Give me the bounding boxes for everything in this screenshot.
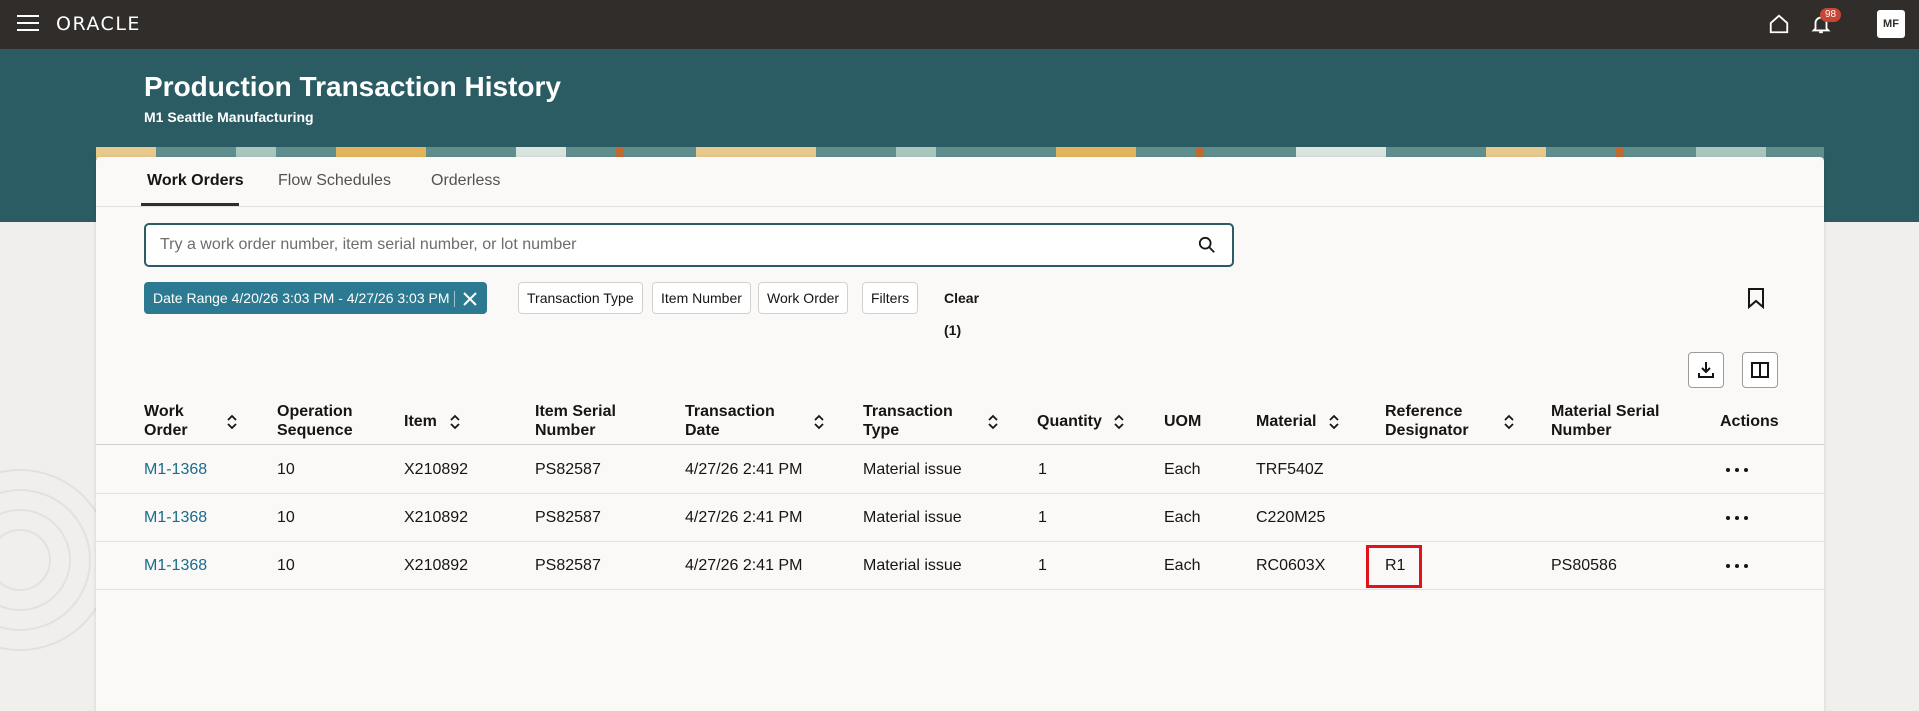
tab-flow-schedules[interactable]: Flow Schedules	[278, 172, 391, 190]
columns-icon	[1751, 362, 1769, 378]
work-order-filter-chip[interactable]: Work Order	[758, 282, 849, 314]
operation-sequence-cell: 10	[277, 461, 295, 478]
operation-sequence-cell: 10	[277, 557, 295, 574]
home-icon[interactable]	[1768, 13, 1790, 35]
column-header-work-order[interactable]: Work Order	[144, 397, 224, 445]
item-serial-cell: PS82587	[535, 557, 601, 574]
search-input[interactable]	[160, 225, 1160, 265]
uom-cell: Each	[1164, 557, 1201, 574]
notification-count-badge: 98	[1820, 8, 1842, 22]
table-row[interactable]: M1-1368 10 X210892 PS82587 4/27/26 2:41 …	[96, 542, 1824, 590]
tab-orderless[interactable]: Orderless	[431, 172, 500, 190]
transaction-date-cell: 4/27/26 2:41 PM	[685, 461, 803, 478]
column-header-transaction-date[interactable]: Transaction Date	[685, 397, 785, 445]
operation-sequence-cell: 10	[277, 509, 295, 526]
transaction-type-filter-chip[interactable]: Transaction Type	[518, 282, 643, 314]
item-cell: X210892	[404, 557, 469, 574]
bookmark-icon[interactable]	[1746, 287, 1766, 309]
transaction-date-cell: 4/27/26 2:41 PM	[685, 557, 803, 574]
column-header-material-serial-number[interactable]: Material Serial Number	[1551, 397, 1671, 445]
menu-icon[interactable]	[17, 15, 39, 33]
date-range-chip-label: Date Range 4/20/26 3:03 PM - 4/27/26 3:0…	[153, 290, 450, 306]
column-header-reference-designator[interactable]: Reference Designator	[1385, 397, 1485, 445]
global-header: ORACLE 98 MF	[0, 0, 1919, 49]
column-header-item-serial-number[interactable]: Item Serial Number	[535, 397, 635, 445]
sort-icon[interactable]	[1503, 414, 1515, 430]
more-actions-icon[interactable]	[1726, 558, 1750, 574]
table-row[interactable]: M1-1368 10 X210892 PS82587 4/27/26 2:41 …	[96, 494, 1824, 542]
uom-cell: Each	[1164, 461, 1201, 478]
background-swirl-pattern	[0, 469, 96, 651]
page-subtitle: M1 Seattle Manufacturing	[144, 109, 314, 125]
work-order-link[interactable]: M1-1368	[144, 446, 207, 494]
column-header-operation-sequence[interactable]: Operation Sequence	[277, 397, 387, 445]
export-button[interactable]	[1688, 352, 1724, 388]
date-range-filter-chip[interactable]: Date Range 4/20/26 3:03 PM - 4/27/26 3:0…	[144, 282, 487, 314]
quantity-cell: 1	[1038, 461, 1047, 478]
clear-filters-link[interactable]: Clear (1)	[944, 282, 979, 338]
item-number-filter-chip[interactable]: Item Number	[652, 282, 751, 314]
sort-icon[interactable]	[1328, 414, 1340, 430]
filters-button[interactable]: Filters	[862, 282, 919, 314]
transaction-date-cell: 4/27/26 2:41 PM	[685, 509, 803, 526]
active-tab-indicator	[141, 203, 239, 206]
download-icon	[1698, 362, 1714, 378]
reference-designator-cell: R1	[1385, 557, 1406, 574]
material-cell: TRF540Z	[1256, 461, 1324, 478]
work-order-link[interactable]: M1-1368	[144, 494, 207, 542]
page-title: Production Transaction History	[144, 71, 561, 102]
item-cell: X210892	[404, 509, 469, 526]
column-layout-button[interactable]	[1742, 352, 1778, 388]
sort-icon[interactable]	[1113, 414, 1125, 430]
quantity-cell: 1	[1038, 509, 1047, 526]
table-row[interactable]: M1-1368 10 X210892 PS82587 4/27/26 2:41 …	[96, 446, 1824, 494]
search-icon[interactable]	[1198, 236, 1216, 254]
item-cell: X210892	[404, 461, 469, 478]
tab-bar: Work Orders Flow Schedules Orderless	[96, 157, 1824, 207]
work-order-link[interactable]: M1-1368	[144, 542, 207, 590]
sort-icon[interactable]	[813, 414, 825, 430]
item-serial-cell: PS82587	[535, 461, 601, 478]
transaction-type-cell: Material issue	[863, 461, 962, 478]
search-box	[144, 223, 1234, 267]
more-actions-icon[interactable]	[1726, 510, 1750, 526]
sort-icon[interactable]	[449, 414, 461, 430]
table-header: Work Order Operation Sequence Item Item …	[96, 397, 1824, 445]
user-avatar[interactable]: MF	[1877, 10, 1905, 38]
column-header-uom[interactable]: UOM	[1164, 397, 1224, 445]
tab-work-orders[interactable]: Work Orders	[147, 172, 244, 190]
column-header-material[interactable]: Material	[1256, 397, 1336, 445]
more-actions-icon[interactable]	[1726, 462, 1750, 478]
material-serial-cell: PS80586	[1551, 557, 1617, 574]
material-cell: C220M25	[1256, 509, 1326, 526]
transaction-type-cell: Material issue	[863, 557, 962, 574]
oracle-logo[interactable]: ORACLE	[56, 13, 141, 35]
transaction-type-cell: Material issue	[863, 509, 962, 526]
content-card: Work Orders Flow Schedules Orderless Dat…	[96, 157, 1824, 711]
column-header-actions: Actions	[1720, 412, 1779, 430]
sort-icon[interactable]	[987, 414, 999, 430]
uom-cell: Each	[1164, 509, 1201, 526]
quantity-cell: 1	[1038, 557, 1047, 574]
close-icon[interactable]	[462, 291, 478, 307]
sort-icon[interactable]	[226, 414, 238, 430]
material-cell: RC0603X	[1256, 557, 1326, 574]
chip-separator	[453, 291, 455, 307]
column-header-quantity[interactable]: Quantity	[1037, 397, 1117, 445]
column-header-transaction-type[interactable]: Transaction Type	[863, 397, 963, 445]
item-serial-cell: PS82587	[535, 509, 601, 526]
